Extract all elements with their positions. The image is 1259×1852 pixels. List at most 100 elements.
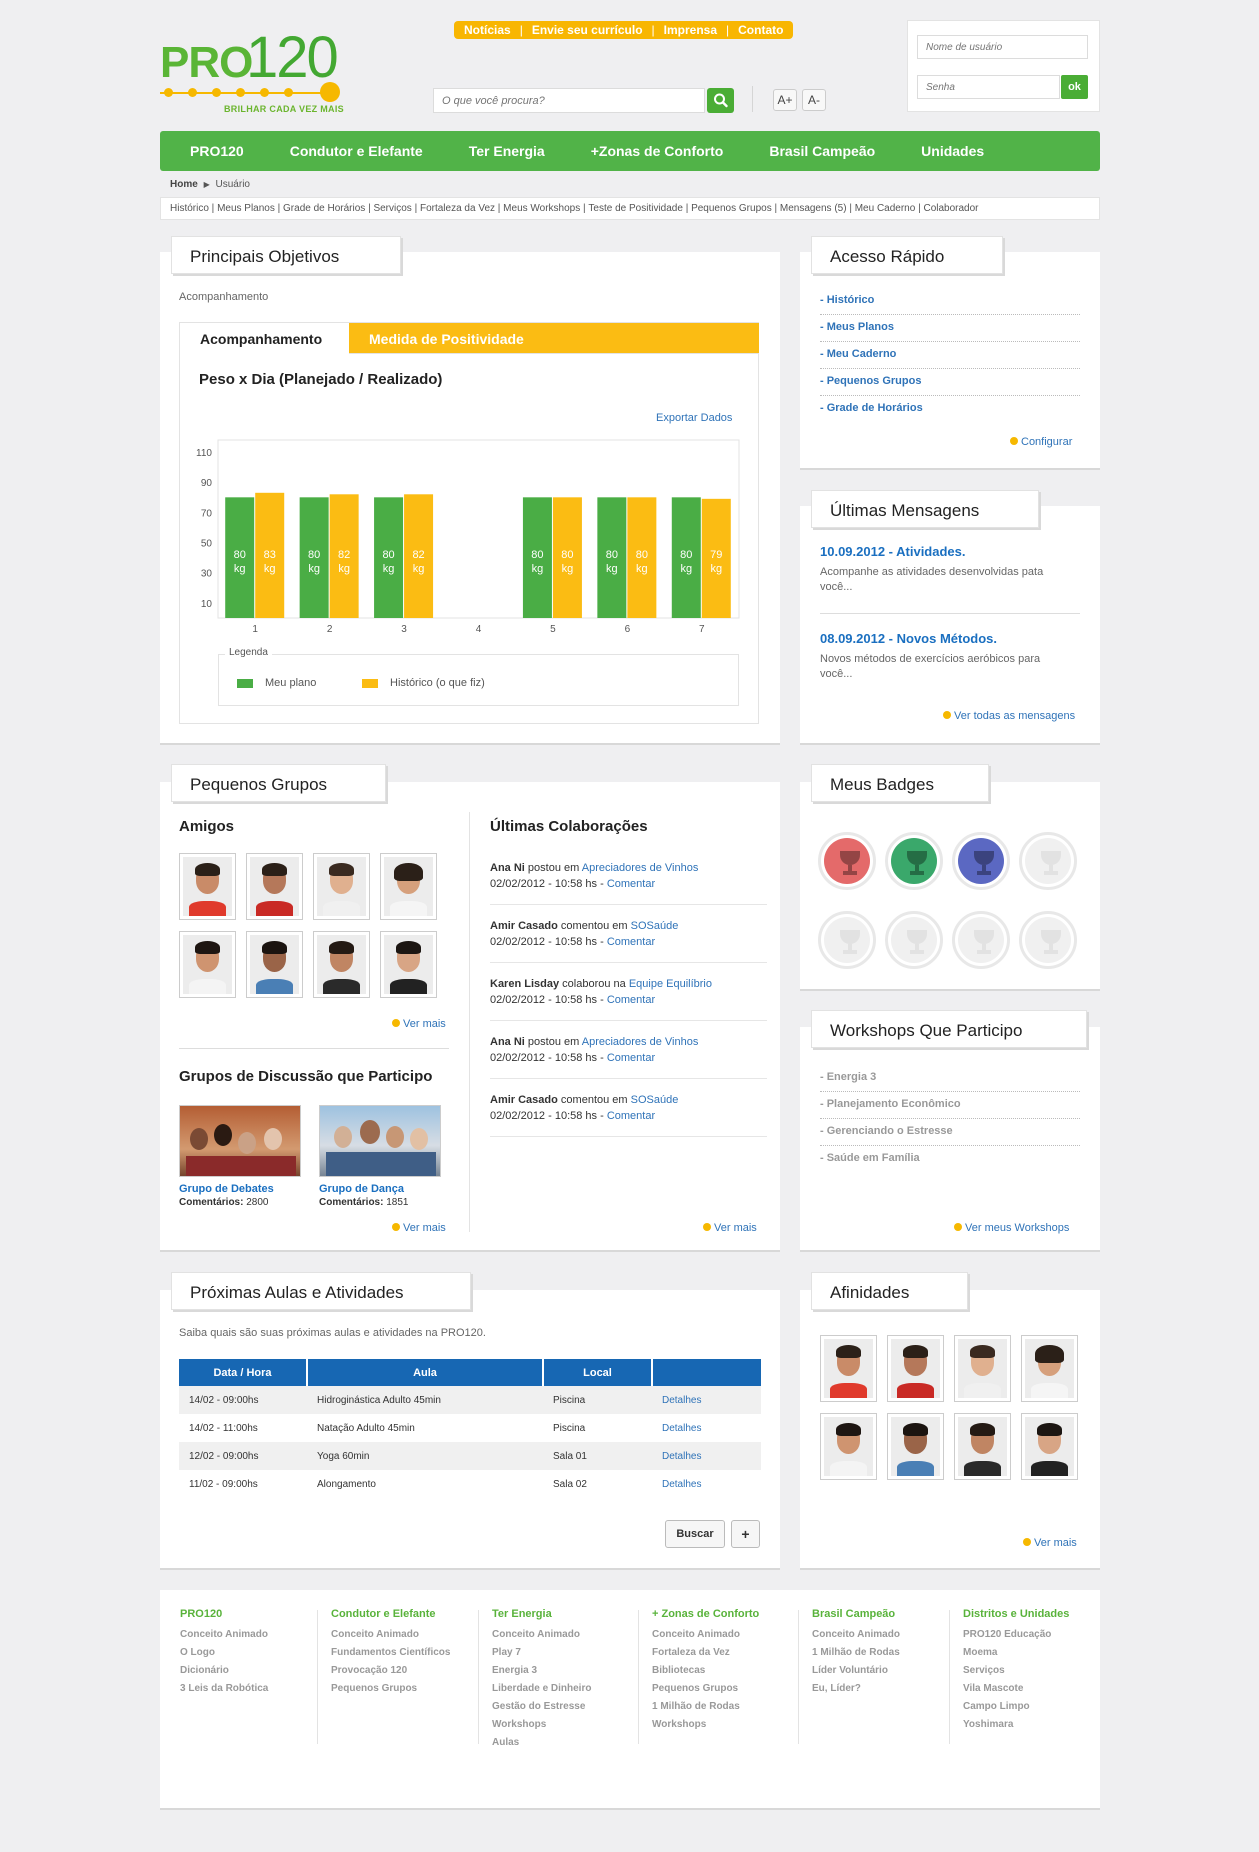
- avatar[interactable]: [1021, 1335, 1078, 1402]
- footer-link[interactable]: Pequenos Grupos: [331, 1680, 450, 1698]
- footer-link[interactable]: Líder Voluntário: [812, 1662, 900, 1680]
- footer-link[interactable]: Pequenos Grupos: [652, 1680, 759, 1698]
- avatar[interactable]: [246, 931, 303, 998]
- top-link-curriculo[interactable]: Envie seu currículo: [532, 23, 643, 37]
- footer-link[interactable]: Provocação 120: [331, 1662, 450, 1680]
- footer-link[interactable]: Campo Limpo: [963, 1698, 1069, 1716]
- footer-link[interactable]: Gestão do Estresse: [492, 1698, 591, 1716]
- badge[interactable]: [885, 832, 943, 890]
- group-debates-image[interactable]: [179, 1105, 301, 1177]
- footer-link[interactable]: Conceito Animado: [331, 1626, 450, 1644]
- footer-heading[interactable]: Ter Energia: [492, 1608, 591, 1620]
- subnav-workshops[interactable]: Meus Workshops: [503, 203, 580, 214]
- breadcrumb-home[interactable]: Home: [170, 179, 198, 190]
- detalhes-link[interactable]: Detalhes: [662, 1479, 701, 1490]
- detalhes-link[interactable]: Detalhes: [662, 1395, 701, 1406]
- configurar-link[interactable]: Configurar: [1010, 436, 1072, 448]
- detalhes-link[interactable]: Detalhes: [662, 1451, 701, 1462]
- footer-link[interactable]: Moema: [963, 1644, 1069, 1662]
- font-decrease-button[interactable]: A-: [802, 89, 826, 111]
- search-input[interactable]: [434, 89, 694, 112]
- footer-link[interactable]: Workshops: [652, 1716, 759, 1734]
- footer-link[interactable]: Liberdade e Dinheiro: [492, 1680, 591, 1698]
- badge[interactable]: [952, 911, 1010, 969]
- avatar[interactable]: [179, 931, 236, 998]
- colab-target-link[interactable]: SOSaúde: [631, 920, 679, 932]
- workshop-item[interactable]: - Saúde em Família: [820, 1146, 1080, 1172]
- avatar[interactable]: [313, 931, 370, 998]
- footer-heading[interactable]: + Zonas de Conforto: [652, 1608, 759, 1620]
- subnav-planos[interactable]: Meus Planos: [217, 203, 275, 214]
- avatar[interactable]: [954, 1413, 1011, 1480]
- ver-mais-grupos-link[interactable]: Ver mais: [392, 1222, 446, 1234]
- avatar[interactable]: [887, 1413, 944, 1480]
- subnav-historico[interactable]: Histórico: [170, 203, 209, 214]
- footer-link[interactable]: Conceito Animado: [652, 1626, 759, 1644]
- subnav-colaborador[interactable]: Colaborador: [923, 203, 978, 214]
- avatar[interactable]: [1021, 1413, 1078, 1480]
- workshop-item[interactable]: - Energia 3: [820, 1065, 1080, 1092]
- badge[interactable]: [1019, 911, 1077, 969]
- colab-target-link[interactable]: Apreciadores de Vinhos: [582, 862, 699, 874]
- workshop-item[interactable]: - Planejamento Econômico: [820, 1092, 1080, 1119]
- footer-link[interactable]: Eu, Líder?: [812, 1680, 900, 1698]
- acesso-link-historico[interactable]: - Histórico: [820, 288, 1080, 315]
- avatar[interactable]: [820, 1413, 877, 1480]
- subnav-grade[interactable]: Grade de Horários: [283, 203, 365, 214]
- message-item[interactable]: 08.09.2012 - Novos Métodos. Novos método…: [820, 631, 1080, 682]
- avatar[interactable]: [380, 853, 437, 920]
- comentar-link[interactable]: Comentar: [607, 878, 655, 890]
- comentar-link[interactable]: Comentar: [607, 936, 655, 948]
- font-increase-button[interactable]: A+: [773, 89, 797, 111]
- footer-link[interactable]: Serviços: [963, 1662, 1069, 1680]
- message-item[interactable]: 10.09.2012 - Atividades. Acompanhe as at…: [820, 544, 1080, 595]
- subnav-grupos[interactable]: Pequenos Grupos: [691, 203, 772, 214]
- footer-link[interactable]: Play 7: [492, 1644, 591, 1662]
- badge[interactable]: [1019, 832, 1077, 890]
- footer-link[interactable]: Fortaleza da Vez: [652, 1644, 759, 1662]
- logo[interactable]: PRO 120 BRILHAR CADA VEZ MAIS: [160, 18, 345, 118]
- footer-link[interactable]: 1 Milhão de Rodas: [652, 1698, 759, 1716]
- badge[interactable]: [818, 832, 876, 890]
- footer-heading[interactable]: Condutor e Elefante: [331, 1608, 450, 1620]
- footer-link[interactable]: Dicionário: [180, 1662, 268, 1680]
- subnav-mensagens[interactable]: Mensagens (5): [780, 203, 847, 214]
- top-link-imprensa[interactable]: Imprensa: [664, 23, 717, 37]
- footer-link[interactable]: 1 Milhão de Rodas: [812, 1644, 900, 1662]
- nav-item-unidades[interactable]: Unidades: [921, 143, 984, 159]
- group-danca-name[interactable]: Grupo de Dança: [319, 1183, 404, 1195]
- footer-link[interactable]: Bibliotecas: [652, 1662, 759, 1680]
- avatar[interactable]: [820, 1335, 877, 1402]
- detalhes-link[interactable]: Detalhes: [662, 1423, 701, 1434]
- avatar[interactable]: [246, 853, 303, 920]
- colab-target-link[interactable]: SOSaúde: [631, 1094, 679, 1106]
- footer-link[interactable]: Vila Mascote: [963, 1680, 1069, 1698]
- footer-heading[interactable]: Distritos e Unidades: [963, 1608, 1069, 1620]
- group-danca-image[interactable]: [319, 1105, 441, 1177]
- subnav-teste[interactable]: Teste de Positividade: [588, 203, 683, 214]
- badge[interactable]: [952, 832, 1010, 890]
- search-button[interactable]: [707, 88, 734, 113]
- badge[interactable]: [885, 911, 943, 969]
- avatar[interactable]: [954, 1335, 1011, 1402]
- avatar[interactable]: [179, 853, 236, 920]
- subnav-fortaleza[interactable]: Fortaleza da Vez: [420, 203, 495, 214]
- comentar-link[interactable]: Comentar: [607, 1052, 655, 1064]
- avatar[interactable]: [380, 931, 437, 998]
- top-link-contato[interactable]: Contato: [738, 23, 783, 37]
- avatar[interactable]: [887, 1335, 944, 1402]
- footer-link[interactable]: Conceito Animado: [180, 1626, 268, 1644]
- badge[interactable]: [818, 911, 876, 969]
- colab-target-link[interactable]: Equipe Equilíbrio: [629, 978, 712, 990]
- footer-heading[interactable]: PRO120: [180, 1608, 268, 1620]
- login-ok-button[interactable]: ok: [1061, 75, 1088, 99]
- ver-mais-afinidades-link[interactable]: Ver mais: [1023, 1537, 1077, 1549]
- colab-target-link[interactable]: Apreciadores de Vinhos: [582, 1036, 699, 1048]
- avatar[interactable]: [313, 853, 370, 920]
- footer-link[interactable]: O Logo: [180, 1644, 268, 1662]
- footer-heading[interactable]: Brasil Campeão: [812, 1608, 900, 1620]
- password-input[interactable]: [917, 75, 1060, 99]
- nav-item-condutor[interactable]: Condutor e Elefante: [290, 143, 423, 159]
- ver-mais-amigos-link[interactable]: Ver mais: [392, 1018, 446, 1030]
- comentar-link[interactable]: Comentar: [607, 994, 655, 1006]
